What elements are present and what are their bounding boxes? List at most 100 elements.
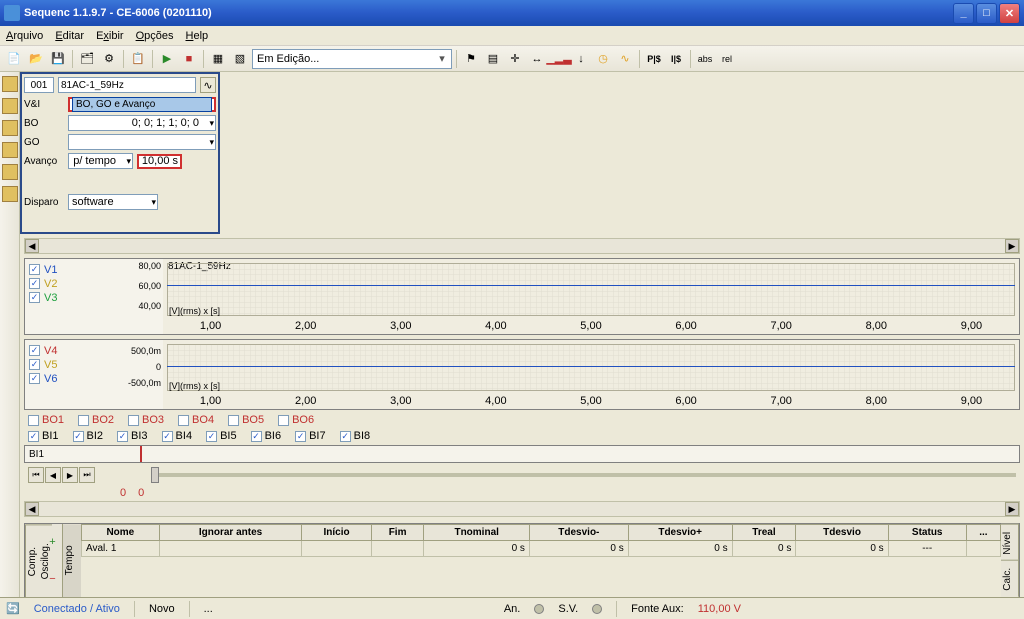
- bi-timeline[interactable]: BI1: [24, 445, 1020, 462]
- side-btn-6[interactable]: [2, 186, 18, 202]
- cell-inicio[interactable]: [302, 540, 371, 556]
- th-treal[interactable]: Treal: [732, 524, 796, 540]
- bi1-checkbox[interactable]: ✓: [28, 431, 39, 442]
- bi5-checkbox[interactable]: ✓: [206, 431, 217, 442]
- cell-nome[interactable]: Aval. 1: [82, 540, 160, 556]
- menu-editar[interactable]: Editar: [55, 30, 84, 42]
- play-button[interactable]: ▶: [157, 49, 177, 69]
- th-status[interactable]: Status: [888, 524, 966, 540]
- bo-dropdown[interactable]: 0; 0; 1; 1; 0; 0: [68, 115, 216, 131]
- settings-button[interactable]: 🗂: [77, 49, 97, 69]
- bo6-checkbox[interactable]: [278, 415, 289, 426]
- cell-ignorar[interactable]: [159, 540, 302, 556]
- mode-combo[interactable]: Em Edição...: [252, 49, 452, 69]
- scroll-left-icon[interactable]: ◀: [25, 502, 39, 516]
- v6-checkbox[interactable]: ✓: [29, 373, 40, 384]
- stop-button[interactable]: ■: [179, 49, 199, 69]
- bi8-checkbox[interactable]: ✓: [340, 431, 351, 442]
- slider-prev2[interactable]: ⏮: [28, 467, 44, 483]
- th-more[interactable]: ...: [966, 524, 1000, 540]
- close-button[interactable]: ✕: [999, 3, 1020, 24]
- cell-status[interactable]: ---: [888, 540, 966, 556]
- avanco-time-input[interactable]: 10,00 s: [137, 154, 182, 169]
- props-button[interactable]: 📋: [128, 49, 148, 69]
- bi4-checkbox[interactable]: ✓: [162, 431, 173, 442]
- tool-cursor-icon[interactable]: ↔: [527, 49, 547, 69]
- v1-checkbox[interactable]: ✓: [29, 264, 40, 275]
- scroll-right-icon[interactable]: ▶: [1005, 239, 1019, 253]
- bo5-checkbox[interactable]: [228, 415, 239, 426]
- cell-tnom[interactable]: 0 s: [424, 540, 529, 556]
- tool-ps-button[interactable]: P|$: [644, 49, 664, 69]
- tool-wave-icon[interactable]: ▁▂▃: [549, 49, 569, 69]
- th-ignorar[interactable]: Ignorar antes: [159, 524, 302, 540]
- tool-down-icon[interactable]: ↓: [571, 49, 591, 69]
- th-fim[interactable]: Fim: [371, 524, 424, 540]
- abs-button[interactable]: abs: [695, 49, 715, 69]
- cell-tdesvio[interactable]: 0 s: [796, 540, 888, 556]
- side-btn-4[interactable]: [2, 142, 18, 158]
- chart-1-plot[interactable]: 81AC-1_59Hz [V](rms) x [s] 1,00 2,00 3,0…: [163, 259, 1019, 334]
- cell-tdp[interactable]: 0 s: [628, 540, 732, 556]
- tool-sine-icon[interactable]: ∿: [615, 49, 635, 69]
- horizontal-scroll-2[interactable]: ◀ ▶: [24, 501, 1020, 517]
- slider-thumb[interactable]: [151, 467, 159, 483]
- th-tnominal[interactable]: Tnominal: [424, 524, 529, 540]
- table-row[interactable]: Aval. 1 0 s 0 s 0 s 0 s 0 s ---: [82, 540, 1001, 556]
- horizontal-scroll[interactable]: ◀ ▶: [24, 238, 1020, 254]
- tool-plus-icon[interactable]: ✛: [505, 49, 525, 69]
- new-button[interactable]: 📄: [4, 49, 24, 69]
- slider-track[interactable]: [151, 473, 1016, 477]
- tab-calc[interactable]: Calc.: [1001, 560, 1019, 597]
- v5-checkbox[interactable]: ✓: [29, 359, 40, 370]
- cell-treal[interactable]: 0 s: [732, 540, 796, 556]
- slider-prev[interactable]: ◀: [45, 467, 61, 483]
- bi2-checkbox[interactable]: ✓: [73, 431, 84, 442]
- minimize-button[interactable]: _: [953, 3, 974, 24]
- seq-name-input[interactable]: [58, 77, 196, 93]
- th-tdp[interactable]: Tdesvio+: [628, 524, 732, 540]
- bi6-checkbox[interactable]: ✓: [251, 431, 262, 442]
- v4-checkbox[interactable]: ✓: [29, 345, 40, 356]
- go-dropdown[interactable]: [68, 134, 216, 150]
- maximize-button[interactable]: □: [976, 3, 997, 24]
- side-btn-5[interactable]: [2, 164, 18, 180]
- side-btn-1[interactable]: [2, 76, 18, 92]
- bo1-checkbox[interactable]: [28, 415, 39, 426]
- tab-oscilog[interactable]: Oscilog.: [39, 524, 52, 597]
- config-button[interactable]: ⚙: [99, 49, 119, 69]
- tab-comp[interactable]: Comp.: [26, 524, 39, 597]
- cell-more[interactable]: [966, 540, 1000, 556]
- menu-help[interactable]: Help: [186, 30, 209, 42]
- view2-button[interactable]: ▧: [230, 49, 250, 69]
- slider-next2[interactable]: ⏭: [79, 467, 95, 483]
- avanco-mode-dropdown[interactable]: p/ tempo: [68, 153, 133, 169]
- tool-clock-icon[interactable]: ◷: [593, 49, 613, 69]
- th-nome[interactable]: Nome: [82, 524, 160, 540]
- chart-2-plot[interactable]: [V](rms) x [s] 1,00 2,00 3,00 4,00 5,00 …: [163, 340, 1019, 410]
- vei-value-highlight[interactable]: BO, GO e Avanço: [72, 97, 212, 112]
- bo4-checkbox[interactable]: [178, 415, 189, 426]
- scroll-right-icon[interactable]: ▶: [1005, 502, 1019, 516]
- th-tdesvio[interactable]: Tdesvio: [796, 524, 888, 540]
- tab-tempo[interactable]: Tempo: [63, 524, 81, 597]
- th-tdm[interactable]: Tdesvio-: [529, 524, 628, 540]
- scroll-left-icon[interactable]: ◀: [25, 239, 39, 253]
- bo2-checkbox[interactable]: [78, 415, 89, 426]
- side-btn-3[interactable]: [2, 120, 18, 136]
- menu-arquivo[interactable]: AArquivorquivo: [6, 30, 43, 42]
- bo3-checkbox[interactable]: [128, 415, 139, 426]
- tool-flag-icon[interactable]: ⚑: [461, 49, 481, 69]
- th-inicio[interactable]: Início: [302, 524, 371, 540]
- cell-tdm[interactable]: 0 s: [529, 540, 628, 556]
- disparo-dropdown[interactable]: software: [68, 194, 158, 210]
- v2-checkbox[interactable]: ✓: [29, 278, 40, 289]
- status-refresh-icon[interactable]: 🔄: [6, 602, 20, 615]
- view1-button[interactable]: ▦: [208, 49, 228, 69]
- v3-checkbox[interactable]: ✓: [29, 292, 40, 303]
- menu-exibir[interactable]: Exibir: [96, 30, 124, 42]
- menu-opcoes[interactable]: Opções: [136, 30, 174, 42]
- tool-is-button[interactable]: I|$: [666, 49, 686, 69]
- side-btn-2[interactable]: [2, 98, 18, 114]
- bi7-checkbox[interactable]: ✓: [295, 431, 306, 442]
